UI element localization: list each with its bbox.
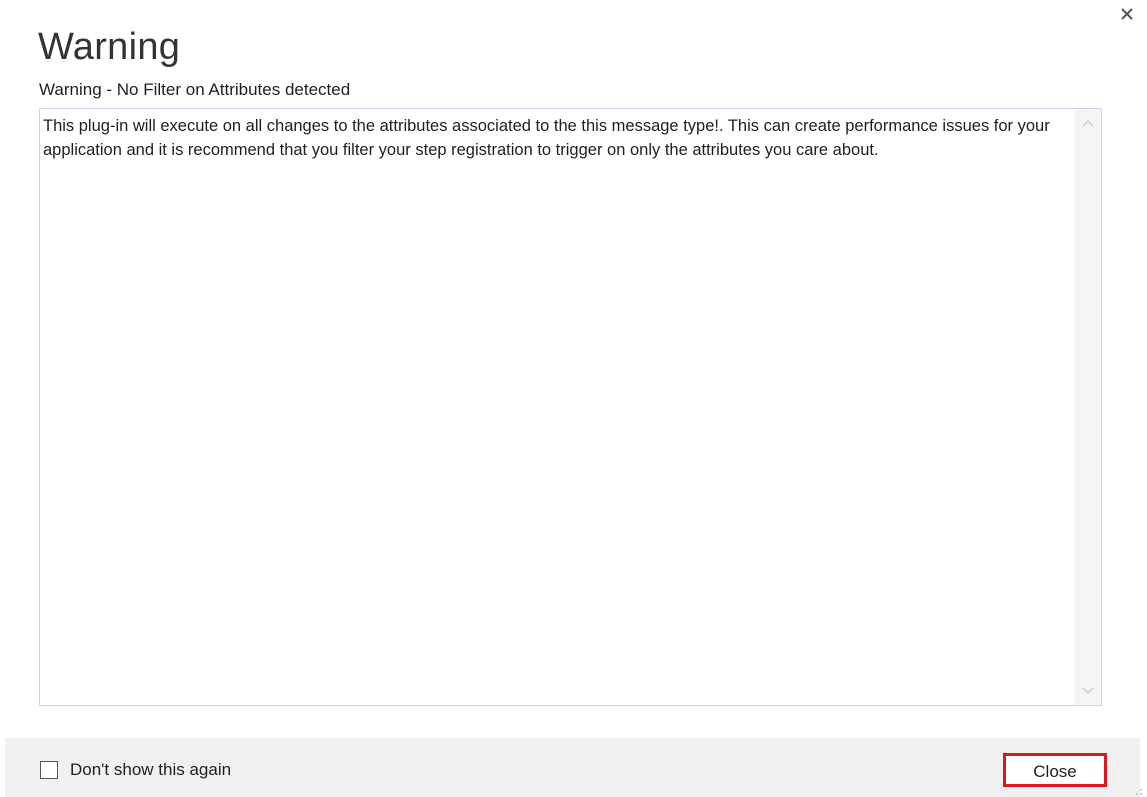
dialog-subtitle: Warning - No Filter on Attributes detect… [39,80,351,99]
chevron-up-icon[interactable] [1075,111,1101,135]
warning-dialog: Warning Warning - No Filter on Attribute… [0,0,1147,797]
dialog-title: Warning [38,26,181,68]
dialog-footer: Don't show this again Close [5,738,1140,797]
message-textbox[interactable]: This plug-in will execute on all changes… [39,108,1102,706]
dont-show-again-option[interactable]: Don't show this again [40,760,231,780]
chevron-down-icon[interactable] [1075,679,1101,703]
close-icon[interactable] [1117,4,1137,24]
resize-grip-icon[interactable] [1131,783,1143,795]
vertical-scrollbar[interactable] [1075,109,1101,705]
dont-show-again-checkbox[interactable] [40,761,58,779]
message-text: This plug-in will execute on all changes… [43,117,1055,159]
close-button[interactable]: Close [1003,753,1107,787]
dont-show-again-label: Don't show this again [70,760,232,779]
